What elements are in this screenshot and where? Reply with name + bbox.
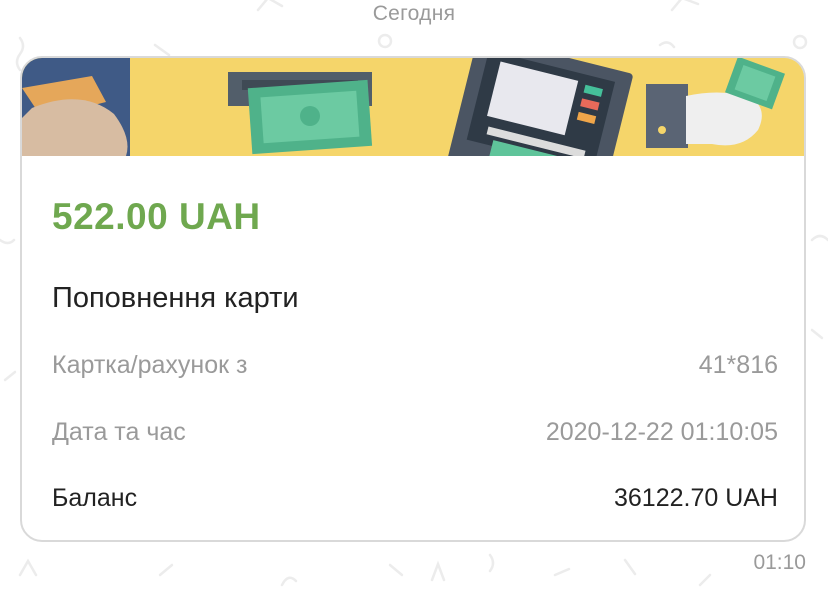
cash-atm-illustration-icon — [22, 58, 804, 156]
date-separator: Сегодня — [372, 2, 456, 25]
banner-illustration — [22, 58, 804, 156]
datetime-value: 2020-12-22 01:10:05 — [545, 418, 778, 446]
source-card-label: Картка/рахунок з — [52, 351, 248, 379]
balance-value: 36122.70 UAH — [613, 484, 778, 512]
datetime-label: Дата та час — [52, 418, 186, 446]
balance-label: Баланс — [52, 484, 138, 512]
chat-background: Сегодня 522.00 UAH Поповнення карти Карт… — [0, 0, 828, 595]
operation-title: Поповнення карти — [52, 282, 299, 314]
source-card-value: 41*816 — [698, 351, 778, 379]
transaction-amount: 522.00 UAH — [52, 196, 261, 237]
message-timestamp: 01:10 — [753, 551, 806, 574]
transaction-card[interactable]: 522.00 UAH Поповнення карти Картка/рахун… — [20, 56, 806, 542]
